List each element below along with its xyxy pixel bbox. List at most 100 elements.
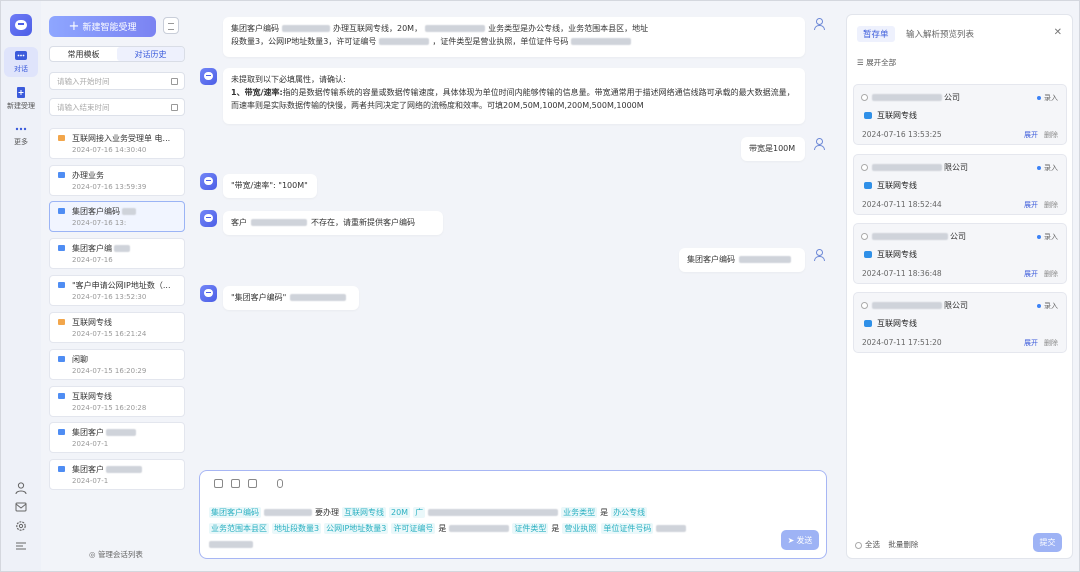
card-company: 限公司 <box>872 162 968 173</box>
history-chat-icon <box>58 429 65 435</box>
new-acceptance-button[interactable]: + 新建智能受理 <box>49 16 156 37</box>
calendar-icon <box>171 104 178 111</box>
history-item[interactable]: "客户申请公网IP地址数（... 2024-07-16 13:52:30 <box>49 275 185 306</box>
user-avatar-icon <box>813 18 825 30</box>
plus-icon: + <box>68 18 80 34</box>
card-delete-button[interactable]: 删除 <box>1044 338 1058 348</box>
history-time: 2024-07-16 13: <box>72 219 127 227</box>
history-item[interactable]: 集团客户 2024-07-1 <box>49 422 185 453</box>
draft-card[interactable]: 限公司 录入 互联网专线 2024-07-11 17:51:20 展开 删除 <box>853 292 1067 353</box>
collapse-sidebar-button[interactable] <box>163 17 179 34</box>
history-title: 集团客户 <box>72 427 180 438</box>
history-title: 闲聊 <box>72 355 88 364</box>
start-date-input[interactable]: 请输入开始时间 <box>49 72 185 90</box>
card-expand-button[interactable]: 展开 <box>1024 200 1038 210</box>
history-chat-icon <box>58 356 65 362</box>
history-item[interactable]: 闲聊 2024-07-15 16:20:29 <box>49 349 185 380</box>
history-title: 互联网专线 <box>72 318 112 327</box>
tab-templates[interactable]: 常用模板 <box>50 47 117 61</box>
chat-icon <box>15 51 27 60</box>
user-message: 带宽是100M <box>741 137 805 161</box>
service-icon <box>864 251 872 258</box>
card-service: 互联网专线 <box>864 318 917 329</box>
select-all-checkbox[interactable]: 全选 <box>855 540 880 549</box>
sidebar-tabs: 常用模板 对话历史 <box>49 46 185 62</box>
file-icon[interactable] <box>248 479 257 488</box>
user-icon[interactable] <box>14 481 28 495</box>
expand-all-button[interactable]: ☰ 展开全部 <box>857 57 896 68</box>
collapse-menu-icon[interactable] <box>14 539 28 553</box>
tab-history[interactable]: 对话历史 <box>117 47 184 61</box>
card-delete-button[interactable]: 删除 <box>1044 200 1058 210</box>
card-service: 互联网专线 <box>864 110 917 121</box>
rail-item-new[interactable]: 新建受理 <box>4 87 38 111</box>
history-time: 2024-07-15 16:20:29 <box>72 367 147 375</box>
card-delete-button[interactable]: 删除 <box>1044 269 1058 279</box>
card-radio[interactable] <box>861 302 868 309</box>
history-title: 办理业务 <box>72 171 104 180</box>
gear-icon[interactable] <box>14 519 28 533</box>
history-chat-icon <box>58 172 65 178</box>
batch-delete-button[interactable]: 批量删除 <box>888 540 918 549</box>
draft-panel: 暂存单 输入解析预览列表 ✕ ☰ 展开全部 公司 录入 互联网专线 2024-0… <box>846 14 1073 559</box>
bot-message: "集团客户编码" <box>223 286 359 310</box>
history-item[interactable]: 互联网专线 2024-07-15 16:21:24 <box>49 312 185 343</box>
history-item[interactable]: 互联网接入业务受理单 电... 2024-07-16 14:30:40 <box>49 128 185 159</box>
nav-rail: 对话 新建受理 更多 <box>1 1 41 571</box>
user-avatar-icon <box>813 249 825 261</box>
mail-icon[interactable] <box>14 500 28 514</box>
bot-message: 客户 不存在，请重新提供客户编码 <box>223 211 443 235</box>
history-chat-icon <box>58 393 65 399</box>
input-content[interactable]: 集团客户编码 要办理 互联网专线 20M 广业务类型是办公专线 业务范围本县区 地址段数量… <box>209 505 779 553</box>
history-sidebar: + 新建智能受理 常用模板 对话历史 请输入开始时间 请输入结束时间 互联网接入… <box>41 1 193 571</box>
history-item[interactable]: 集团客户 2024-07-1 <box>49 459 185 490</box>
history-item[interactable]: 互联网专线 2024-07-15 16:20:28 <box>49 386 185 417</box>
draft-card[interactable]: 公司 录入 互联网专线 2024-07-11 18:36:48 展开 删除 <box>853 223 1067 284</box>
history-doc-icon <box>58 319 65 325</box>
history-time: 2024-07-16 13:59:39 <box>72 183 147 191</box>
history-item[interactable]: 办理业务 2024-07-16 13:59:39 <box>49 165 185 196</box>
close-icon[interactable]: ✕ <box>1054 27 1062 38</box>
image-icon[interactable] <box>231 479 240 488</box>
tab-drafts[interactable]: 暂存单 <box>857 26 895 42</box>
bot-avatar-icon <box>200 68 217 85</box>
rail-item-label: 更多 <box>14 138 28 146</box>
history-item-selected[interactable]: 集团客户编码 2024-07-16 13: <box>49 201 185 232</box>
history-doc-icon <box>58 135 65 141</box>
message-input[interactable]: 集团客户编码 要办理 互联网专线 20M 广业务类型是办公专线 业务范围本县区 地址段数量… <box>199 470 827 559</box>
draft-card[interactable]: 限公司 录入 互联网专线 2024-07-11 18:52:44 展开 删除 <box>853 154 1067 215</box>
draft-card[interactable]: 公司 录入 互联网专线 2024-07-16 13:53:25 展开 删除 <box>853 84 1067 145</box>
tab-parse-preview[interactable]: 输入解析预览列表 <box>906 28 974 40</box>
submit-button[interactable]: 提交 <box>1033 533 1062 552</box>
service-icon <box>864 112 872 119</box>
user-avatar-icon <box>813 138 825 150</box>
end-date-input[interactable]: 请输入结束时间 <box>49 98 185 116</box>
card-radio[interactable] <box>861 164 868 171</box>
card-radio[interactable] <box>861 94 868 101</box>
rail-item-more[interactable]: 更多 <box>4 123 38 147</box>
send-button[interactable]: ➤ 发送 <box>781 530 819 550</box>
grid-icon[interactable] <box>214 479 223 488</box>
history-chat-icon <box>58 245 65 251</box>
history-chat-icon <box>58 208 65 214</box>
history-item[interactable]: 集团客户编 2024-07-16 <box>49 238 185 269</box>
history-time: 2024-07-15 16:20:28 <box>72 404 147 412</box>
microphone-icon[interactable] <box>277 479 283 488</box>
rail-item-chat[interactable]: 对话 <box>4 47 38 77</box>
card-time: 2024-07-11 18:36:48 <box>862 269 942 278</box>
card-expand-button[interactable]: 展开 <box>1024 338 1038 348</box>
manage-sessions-link[interactable]: 管理会话列表 <box>89 549 143 560</box>
card-expand-button[interactable]: 展开 <box>1024 269 1038 279</box>
panel-footer: 全选 批量删除 <box>855 539 918 550</box>
history-time: 2024-07-16 14:30:40 <box>72 146 147 154</box>
card-status: 录入 <box>1037 163 1058 173</box>
card-time: 2024-07-11 18:52:44 <box>862 200 942 209</box>
card-radio[interactable] <box>861 233 868 240</box>
history-title: 互联网接入业务受理单 电... <box>72 134 171 143</box>
card-expand-button[interactable]: 展开 <box>1024 130 1038 140</box>
history-title: "客户申请公网IP地址数（... <box>72 281 171 290</box>
user-message: 集团客户编码 办理互联网专线，20M， 业务类型是办公专线，业务范围本县区，地址 段… <box>223 17 805 57</box>
end-date-placeholder: 请输入结束时间 <box>57 102 110 112</box>
user-message: 集团客户编码 <box>679 248 805 272</box>
card-delete-button[interactable]: 删除 <box>1044 130 1058 140</box>
